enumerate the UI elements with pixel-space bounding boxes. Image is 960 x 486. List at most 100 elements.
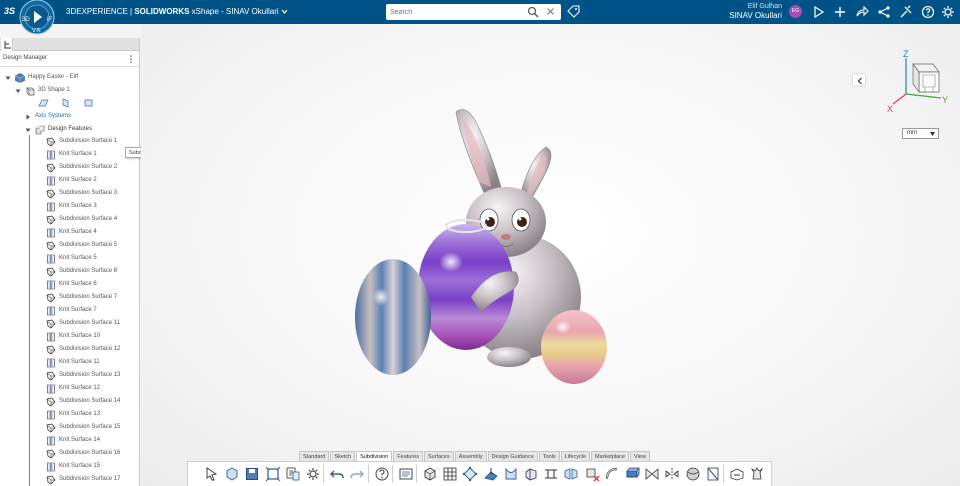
3d-viewport[interactable]: Z X Y mm [141, 24, 960, 486]
help-circle-icon[interactable] [921, 5, 935, 19]
product-cube-icon [15, 73, 25, 83]
mirror-icon[interactable] [664, 466, 680, 482]
action-bar [187, 461, 772, 486]
tree-item-label: Knit Surface 7 [59, 307, 97, 313]
product-label: SOLIDWORKS [134, 7, 190, 16]
knit-surface-icon [47, 202, 55, 212]
view-cube-icon[interactable]: Z X Y [883, 46, 953, 126]
subdivision-surface-icon [46, 163, 56, 173]
tree-tab[interactable] [1, 38, 13, 51]
zx-plane-icon[interactable] [84, 98, 93, 108]
tree-item-label: Subdivision Surface 2 [59, 164, 118, 170]
toolbar-separator [416, 465, 417, 483]
tag-icon[interactable] [567, 5, 580, 18]
knit-surface-icon [47, 462, 55, 472]
tree-item-label: Axis Systems [35, 113, 72, 119]
split-icon[interactable] [543, 466, 559, 482]
nav-collapse-button[interactable] [852, 73, 866, 87]
mesh-grid-icon[interactable] [442, 466, 458, 482]
toolbar-separator [391, 465, 393, 483]
svg-text:3D: 3D [22, 17, 30, 23]
knit-surface-icon [47, 176, 55, 186]
design-manager-panel: Design Manager Happy Easter - Elif 3D Sh… [0, 38, 140, 486]
sweep-icon[interactable] [604, 466, 620, 482]
undo-icon[interactable] [329, 466, 345, 482]
collapse-caret-icon[interactable] [25, 114, 31, 120]
subdivision-surface-icon [46, 241, 56, 251]
expand-caret-icon[interactable] [25, 127, 31, 133]
expand-caret-icon[interactable] [15, 88, 21, 94]
tree-item-label: Knit Surface 11 [59, 359, 100, 365]
shape-icon[interactable] [224, 466, 240, 482]
user-block[interactable]: Elif Gulhan SINAV Okullari [712, 2, 782, 20]
extrude-face-icon[interactable] [523, 466, 539, 482]
more-vertical-icon[interactable] [128, 54, 134, 64]
toolbar-separator [367, 465, 369, 483]
yz-plane-icon[interactable] [61, 98, 70, 108]
search-input[interactable] [390, 6, 520, 18]
tree-item-label: Subdivision Surface 16 [59, 450, 121, 456]
knit-icon[interactable] [644, 466, 660, 482]
caret-down-icon [930, 132, 935, 136]
mirror-body-icon[interactable] [705, 466, 721, 482]
panel-tabstrip [0, 38, 139, 51]
tree-item-label: Subdivision Surface 11 [59, 320, 120, 326]
units-select[interactable]: mm [902, 128, 939, 139]
design-features-icon [35, 125, 45, 135]
convert-icon[interactable] [729, 466, 745, 482]
fill-icon[interactable] [483, 466, 499, 482]
help-icon[interactable] [374, 466, 390, 482]
avatar[interactable]: EG [789, 5, 802, 18]
tree-item-label: Knit Surface 13 [59, 411, 101, 417]
compass-icon[interactable]: 3D iF V.R [13, 0, 61, 36]
tools-icon[interactable] [899, 5, 913, 19]
compass-label: V.R [32, 28, 41, 34]
subdivision-surface-icon [46, 319, 56, 329]
app-title[interactable]: 3DEXPERIENCE | SOLIDWORKS xShape - SINAV… [66, 7, 288, 16]
thicken-icon[interactable] [624, 466, 640, 482]
subdivision-surface-icon [46, 137, 56, 147]
subdivision-surface-icon [46, 345, 56, 355]
subdivision-surface-icon [46, 397, 56, 407]
network-icon[interactable] [877, 5, 891, 19]
knit-surface-icon [47, 358, 55, 368]
tree-item-label: Subdivision Surface 6 [59, 268, 118, 274]
delete-face-icon[interactable] [584, 466, 600, 482]
subdivision-surface-icon [46, 215, 56, 225]
search-clear-icon[interactable] [546, 7, 555, 16]
xy-plane-icon[interactable] [38, 98, 49, 108]
tree-item-label: Knit Surface 12 [59, 385, 101, 391]
search-icon[interactable] [527, 6, 539, 18]
add-icon[interactable] [833, 5, 847, 19]
sketch-icon[interactable] [398, 466, 414, 482]
knit-surface-icon [47, 332, 55, 342]
fit-all-icon[interactable] [265, 466, 281, 482]
animal-template-icon[interactable] [749, 466, 765, 482]
properties-icon[interactable] [285, 466, 301, 482]
toolbar-separator [723, 465, 724, 483]
select-icon[interactable] [204, 466, 220, 482]
subdivision-surface-icon [46, 293, 56, 303]
primitive-box-icon[interactable] [422, 466, 438, 482]
chevron-down-icon[interactable] [281, 9, 288, 15]
tree-item-label: Knit Surface 15 [59, 463, 101, 469]
chevron-left-icon [857, 77, 862, 85]
panel-header: Design Manager [0, 51, 139, 67]
bridge-icon[interactable] [563, 466, 579, 482]
sphere-icon[interactable] [685, 466, 701, 482]
knit-surface-icon [47, 410, 55, 420]
share-bubble-icon[interactable] [812, 5, 826, 19]
tree-icon [4, 41, 11, 49]
tree-item-label: Knit Surface 5 [59, 255, 97, 261]
tree-item-label: Subdivision Surface 12 [59, 346, 121, 352]
settings-gear-icon[interactable] [305, 466, 321, 482]
easter-bunny-model[interactable] [341, 102, 621, 402]
save-icon[interactable] [244, 466, 260, 482]
expand-caret-icon[interactable] [5, 75, 11, 81]
share-icon[interactable] [855, 5, 869, 19]
subdivision-cage-icon[interactable] [462, 466, 478, 482]
settings-icon[interactable] [941, 5, 955, 19]
knit-surface-icon [47, 436, 55, 446]
bend-icon[interactable] [503, 466, 519, 482]
redo-icon[interactable] [349, 466, 365, 482]
